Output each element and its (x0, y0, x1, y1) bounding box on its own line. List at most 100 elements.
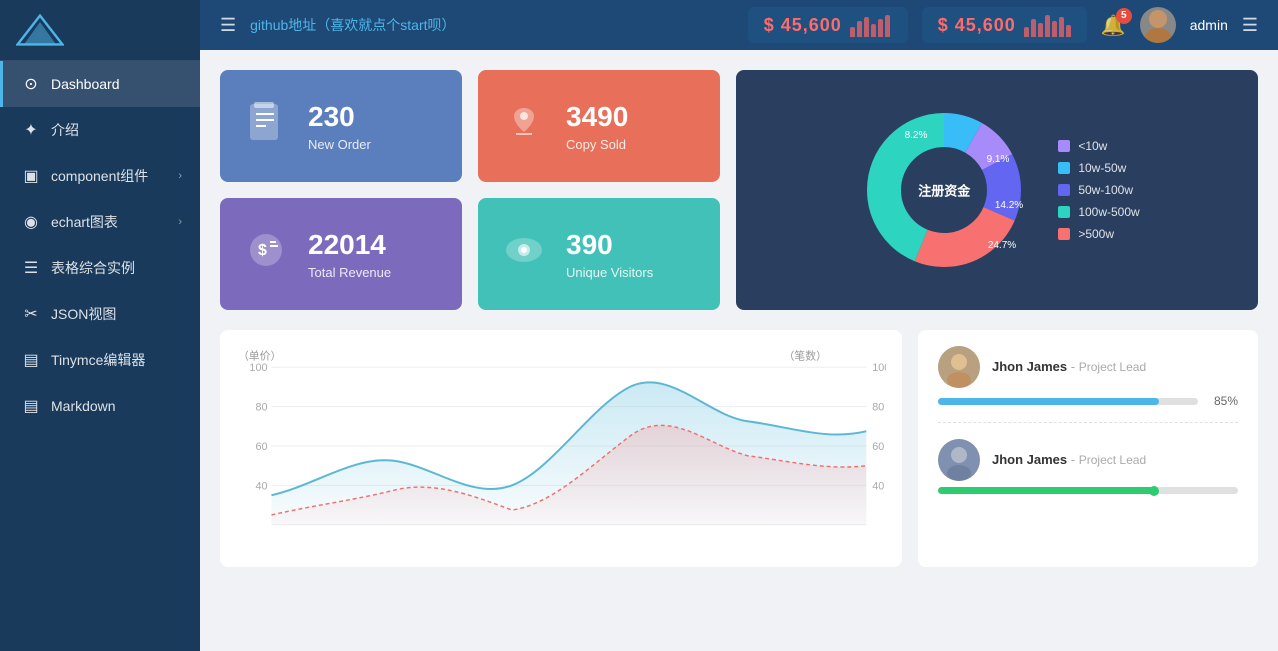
sidebar-item-table[interactable]: ☰ 表格综合实例 (0, 245, 200, 291)
sidebar: ⊙ Dashboard ✦ 介绍 ▣ component组件 › ◉ echar… (0, 0, 200, 651)
new-order-label: New Order (308, 137, 371, 152)
topbar-menu-icon[interactable]: ☰ (1242, 15, 1258, 36)
progress-pct-1: 85% (1206, 394, 1238, 408)
person-header-1: Jhon James - Project Lead (938, 346, 1238, 388)
main-row: 230 New Order 3490 Copy Sold $ (220, 70, 1258, 310)
topbar-amount-2: $ 45,600 (938, 15, 1016, 36)
sidebar-logo (0, 0, 200, 61)
copy-sold-icon (498, 100, 550, 153)
visitors-label: Unique Visitors (566, 265, 653, 280)
notification-badge: 5 (1116, 8, 1132, 24)
svg-text:9.1%: 9.1% (987, 154, 1010, 165)
sidebar-item-echart[interactable]: ◉ echart图表 › (0, 199, 200, 245)
progress-row-1: 85% (938, 394, 1238, 408)
topbar-mini-chart-1 (850, 13, 890, 37)
legend-item-4: 100w-500w (1058, 205, 1139, 219)
topbar: ☰ github地址（喜欢就点个start呗） $ 45,600 $ 45,60… (200, 0, 1278, 50)
new-order-icon (240, 100, 292, 153)
topbar-mini-chart-2 (1024, 13, 1071, 37)
arrow-icon: › (178, 216, 182, 228)
avatar-1 (938, 346, 980, 388)
sidebar-item-dashboard[interactable]: ⊙ Dashboard (0, 61, 200, 107)
sidebar-item-label: 表格综合实例 (51, 258, 135, 278)
sidebar-item-label: echart图表 (51, 212, 118, 232)
svg-text:80: 80 (872, 402, 884, 414)
stat-card-revenue: $ 22014 Total Revenue (220, 198, 462, 310)
line-chart-svg: （单价） （笔数） 100 80 60 40 100 80 60 (236, 346, 886, 546)
github-link[interactable]: github地址（喜欢就点个start呗） (250, 15, 734, 35)
topbar-stat-card-2: $ 45,600 (922, 7, 1087, 43)
svg-text:100: 100 (249, 362, 267, 374)
sidebar-item-label: JSON视图 (51, 304, 116, 324)
new-order-number: 230 (308, 101, 371, 133)
progress-bar-bg-1 (938, 398, 1198, 405)
sidebar-item-label: Tinymce编辑器 (51, 350, 145, 370)
component-icon: ▣ (21, 166, 41, 186)
donut-chart-card: 9.1% 8.2% 14.2% 43.8% 24.7% 注册资金 <10w (736, 70, 1258, 310)
legend-label-3: 50w-100w (1078, 183, 1133, 197)
legend-color-2 (1058, 162, 1070, 174)
sidebar-item-markdown[interactable]: ▤ Markdown (0, 383, 200, 429)
logo-icon (16, 14, 64, 46)
topbar-amount-1: $ 45,600 (764, 15, 842, 36)
legend-label-4: 100w-500w (1078, 205, 1139, 219)
person-name-1: Jhon James - Project Lead (992, 359, 1146, 374)
progress-bar-bg-2 (938, 487, 1238, 494)
sidebar-item-label: Dashboard (51, 76, 120, 92)
person-info-2: Jhon James - Project Lead (992, 451, 1238, 469)
main-area: ☰ github地址（喜欢就点个start呗） $ 45,600 $ 45,60… (200, 0, 1278, 651)
visitors-number: 390 (566, 229, 653, 261)
progress-fill-1 (938, 398, 1159, 405)
hamburger-icon[interactable]: ☰ (220, 15, 236, 36)
admin-name[interactable]: admin (1190, 17, 1228, 33)
sidebar-item-label: component组件 (51, 166, 148, 186)
avatar-2 (938, 439, 980, 481)
content-area: 230 New Order 3490 Copy Sold $ (200, 50, 1278, 651)
sidebar-item-tinymce[interactable]: ▤ Tinymce编辑器 (0, 337, 200, 383)
notification-bell[interactable]: 🔔 5 (1101, 13, 1126, 38)
person-header-2: Jhon James - Project Lead (938, 439, 1238, 481)
intro-icon: ✦ (21, 120, 41, 140)
sidebar-item-intro[interactable]: ✦ 介绍 (0, 107, 200, 153)
topbar-stat-card-1: $ 45,600 (748, 7, 908, 43)
person-info-1: Jhon James - Project Lead (992, 358, 1238, 376)
person-name-2: Jhon James - Project Lead (992, 452, 1146, 467)
stat-card-visitors: 390 Unique Visitors (478, 198, 720, 310)
table-icon: ☰ (21, 258, 41, 278)
sidebar-item-label: Markdown (51, 398, 116, 414)
svg-text:100: 100 (872, 362, 886, 374)
y-label-left: （单价） (238, 349, 281, 362)
legend-label-2: 10w-50w (1078, 161, 1126, 175)
line-chart-card: （单价） （笔数） 100 80 60 40 100 80 60 (220, 330, 902, 567)
y-label-right: （笔数） (784, 348, 827, 362)
progress-dot (1149, 486, 1159, 496)
legend-item-5: >500w (1058, 227, 1139, 241)
legend-item-3: 50w-100w (1058, 183, 1139, 197)
visitors-icon (498, 228, 550, 281)
avatar (1140, 7, 1176, 43)
legend-label-5: >500w (1078, 227, 1114, 241)
donut-chart: 9.1% 8.2% 14.2% 43.8% 24.7% 注册资金 (854, 100, 1034, 280)
legend-color-1 (1058, 140, 1070, 152)
donut-center-label: 注册资金 (918, 181, 970, 200)
svg-text:40: 40 (872, 480, 884, 492)
legend-item-1: <10w (1058, 139, 1139, 153)
copy-sold-number: 3490 (566, 101, 628, 133)
revenue-icon: $ (240, 228, 292, 281)
legend-color-4 (1058, 206, 1070, 218)
svg-text:14.2%: 14.2% (995, 200, 1023, 211)
svg-text:$: $ (258, 242, 267, 259)
sidebar-item-component[interactable]: ▣ component组件 › (0, 153, 200, 199)
revenue-number: 22014 (308, 229, 391, 261)
donut-legend: <10w 10w-50w 50w-100w 100w-500w (1058, 139, 1139, 241)
person-row-1: Jhon James - Project Lead 85% (938, 346, 1238, 423)
sidebar-item-json[interactable]: ✂ JSON视图 (0, 291, 200, 337)
stat-card-copy-sold: 3490 Copy Sold (478, 70, 720, 182)
svg-text:60: 60 (872, 441, 884, 453)
legend-label-1: <10w (1078, 139, 1107, 153)
arrow-icon: › (178, 170, 182, 182)
svg-text:80: 80 (255, 402, 267, 414)
new-order-body: 230 New Order (308, 101, 371, 152)
json-icon: ✂ (21, 304, 41, 324)
sidebar-item-label: 介绍 (51, 120, 79, 140)
